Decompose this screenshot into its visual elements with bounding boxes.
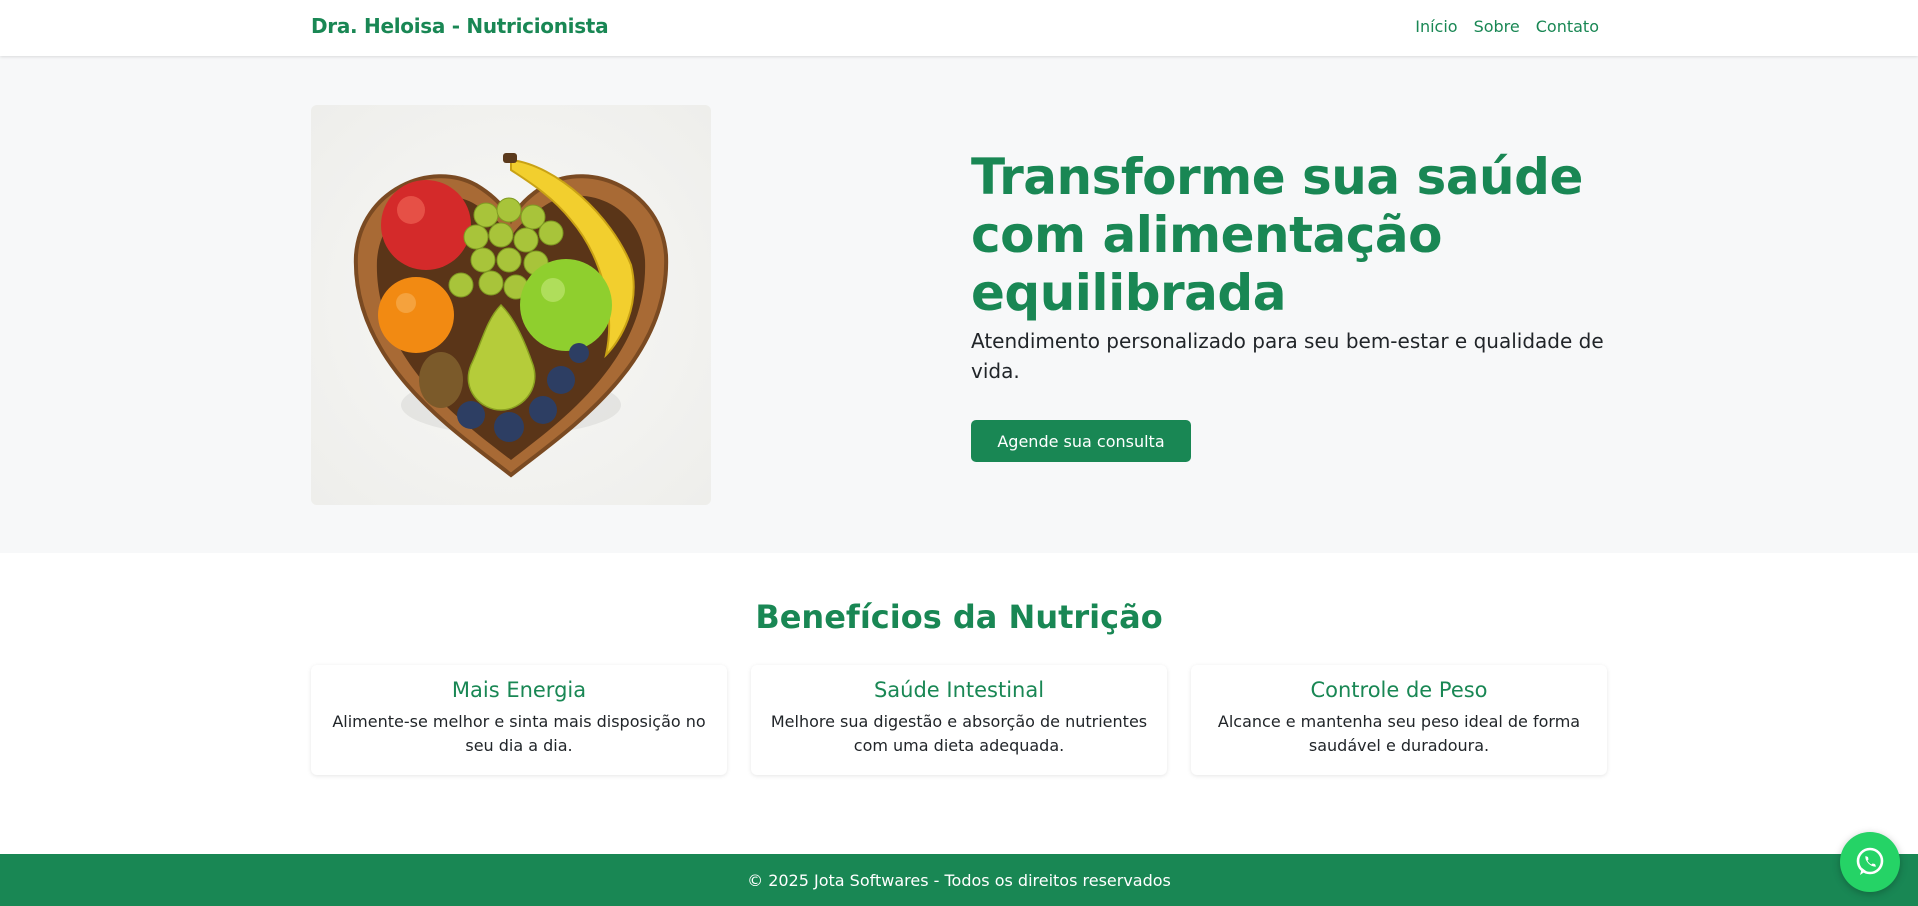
whatsapp-icon (1856, 847, 1884, 875)
nav-link-sobre[interactable]: Sobre (1474, 17, 1520, 36)
benefit-card-text: Melhore sua digestão e absorção de nutri… (770, 712, 1148, 755)
brand-logo[interactable]: Dra. Heloisa - Nutricionista (311, 14, 609, 38)
footer-copyright: © 2025 Jota Softwares - Todos os direito… (747, 870, 1171, 890)
benefit-card-intestinal: Saúde Intestinal Melhore sua digestão e … (751, 665, 1167, 775)
fruit-heart-basket-illustration (311, 105, 711, 505)
benefit-card-peso: Controle de Peso Alcance e mantenha seu … (1191, 665, 1607, 775)
nav-link-inicio[interactable]: Início (1415, 17, 1457, 36)
benefit-card-title: Saúde Intestinal (873, 678, 1045, 702)
whatsapp-button[interactable] (1840, 832, 1900, 892)
nav-link-contato[interactable]: Contato (1536, 17, 1599, 36)
hero-subtitle: Atendimento personalizado para seu bem-e… (971, 329, 1604, 383)
nav-links: Início Sobre Contato (1415, 17, 1599, 36)
navbar: Dra. Heloisa - Nutricionista Início Sobr… (0, 0, 1918, 56)
benefit-card-title: Mais Energia (451, 678, 587, 702)
benefit-card-energia: Mais Energia Alimente-se melhor e sinta … (311, 665, 727, 775)
footer: © 2025 Jota Softwares - Todos os direito… (0, 854, 1918, 906)
hero-image (311, 105, 711, 505)
benefits-title: Benefícios da Nutrição (755, 598, 1163, 636)
benefit-card-text: Alimente-se melhor e sinta mais disposiç… (332, 712, 706, 755)
schedule-appointment-button[interactable]: Agende sua consulta (971, 420, 1191, 462)
benefits-cards: Mais Energia Alimente-se melhor e sinta … (311, 665, 1607, 775)
hero-section: Transforme sua saúde com alimentação equ… (0, 56, 1918, 553)
benefit-card-title: Controle de Peso (1310, 678, 1488, 702)
hero-title: Transforme sua saúde com alimentação equ… (971, 148, 1583, 322)
benefit-card-text: Alcance e mantenha seu peso ideal de for… (1217, 712, 1581, 755)
